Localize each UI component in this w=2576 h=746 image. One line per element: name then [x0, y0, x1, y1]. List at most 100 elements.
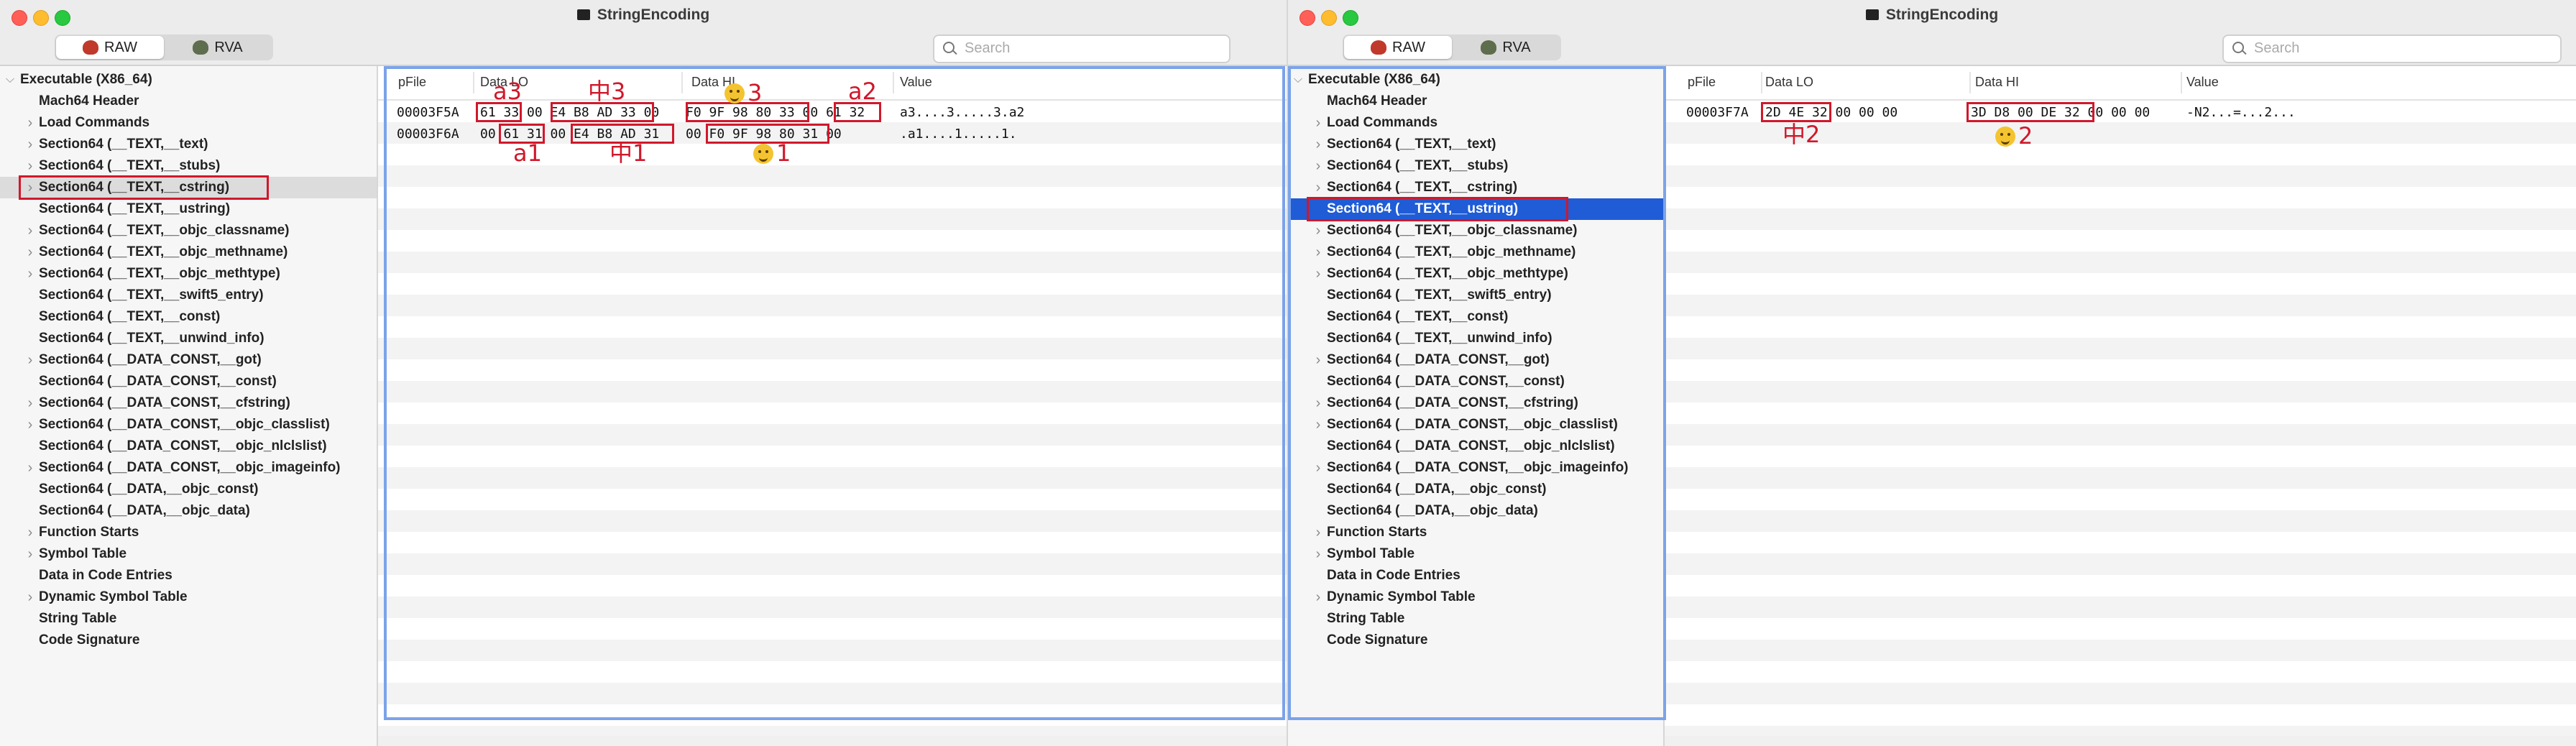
tree-item-label: Section64 (__DATA_CONST,__cfstring)	[39, 395, 290, 410]
chevron-right-icon[interactable]: ›	[24, 263, 36, 285]
raw-mode-button[interactable]: RAW	[56, 36, 164, 59]
terminal-icon	[576, 9, 590, 20]
tree-item-label: Section64 (__DATA_CONST,__objc_nlclslist…	[39, 438, 327, 453]
pfile-cell: 00003F7A	[1686, 105, 1749, 120]
tree-item-section64-text-ustring[interactable]: Section64 (__TEXT,__ustring)	[0, 198, 377, 220]
horizontal-scrollbar[interactable]	[378, 736, 1287, 746]
horizontal-scrollbar[interactable]	[1665, 736, 2576, 746]
column-header-data-lo[interactable]: Data LO	[1765, 75, 1813, 90]
tree-item-label: Load Commands	[39, 115, 150, 130]
chevron-right-icon[interactable]: ›	[24, 112, 36, 134]
tree-item-section64-data-const-objc-imageinfo[interactable]: › Section64 (__DATA_CONST,__objc_imageinf…	[0, 457, 377, 479]
tree-item-label: Section64 (__DATA,__objc_data)	[39, 503, 250, 518]
chevron-right-icon[interactable]: ›	[24, 414, 36, 436]
chevron-right-icon[interactable]: ›	[24, 586, 36, 608]
chevron-right-icon[interactable]: ›	[24, 392, 36, 414]
chevron-right-icon[interactable]: ›	[24, 522, 36, 543]
tree-item-label: Section64 (__TEXT,__text)	[39, 137, 208, 152]
search-field[interactable]	[2222, 34, 2562, 63]
view-mode-segmented-control: RAW RVA	[55, 34, 273, 60]
window-title: StringEncoding	[0, 6, 1287, 24]
tree-item-section64-data-objc-const[interactable]: Section64 (__DATA,__objc_const)	[0, 479, 377, 500]
tree-item-section64-data-const-objc-nlclslist[interactable]: Section64 (__DATA_CONST,__objc_nlclslist…	[0, 436, 377, 457]
table-body	[1665, 101, 2576, 746]
tree-item-section64-data-objc-data[interactable]: Section64 (__DATA,__objc_data)	[0, 500, 377, 522]
chevron-down-icon[interactable]: ⌵	[4, 69, 16, 91]
tree-item-label: Section64 (__TEXT,__ustring)	[39, 201, 231, 216]
tree-item-executable-x86-64[interactable]: ⌵ Executable (X86_64)	[0, 69, 377, 91]
tree-item-label: Section64 (__TEXT,__stubs)	[39, 158, 221, 173]
raw-bug-icon	[83, 40, 99, 55]
data-table: pFile Data LO Data HI Value 00003F7A 2D …	[1665, 66, 2576, 746]
tree-item-dynamic-symbol-table[interactable]: › Dynamic Symbol Table	[0, 586, 377, 608]
raw-mode-label: RAW	[1392, 40, 1425, 55]
right-window: StringEncoding RAW RVA ⌵Executable (X86_…	[1288, 0, 2576, 746]
highlight-box	[1761, 102, 1831, 122]
tree-item-mach64-header[interactable]: Mach64 Header	[0, 91, 377, 112]
tree-item-label: Data in Code Entries	[39, 568, 172, 583]
rva-mode-button[interactable]: RVA	[1452, 36, 1560, 59]
search-field[interactable]	[933, 34, 1230, 63]
chevron-right-icon[interactable]: ›	[24, 543, 36, 565]
tree-item-label: Section64 (__TEXT,__unwind_info)	[39, 331, 264, 346]
rva-bug-icon	[193, 40, 209, 55]
tree-item-label: Section64 (__TEXT,__objc_methname)	[39, 244, 288, 259]
column-header-value[interactable]: Value	[2186, 75, 2219, 90]
tree-item-string-table[interactable]: String Table	[0, 608, 377, 630]
rva-mode-label: RVA	[1502, 40, 1531, 55]
rva-mode-label: RVA	[214, 40, 243, 55]
tree-item-section64-text-objc-methtype[interactable]: › Section64 (__TEXT,__objc_methtype)	[0, 263, 377, 285]
sidebar-focus-ring	[1288, 66, 1666, 720]
column-header-data-hi[interactable]: Data HI	[1975, 75, 2019, 90]
column-divider[interactable]	[2181, 72, 2182, 93]
tree-item-label: Function Starts	[39, 525, 139, 540]
chevron-right-icon[interactable]: ›	[24, 134, 36, 155]
chevron-right-icon[interactable]: ›	[24, 241, 36, 263]
column-header-pfile[interactable]: pFile	[1688, 75, 1716, 90]
tree-item-label: Section64 (__DATA_CONST,__got)	[39, 352, 262, 367]
window-title: StringEncoding	[1288, 6, 2576, 24]
terminal-icon	[1865, 9, 1879, 20]
table-focus-ring	[384, 66, 1285, 720]
tree-item-section64-data-const-objc-classlist[interactable]: › Section64 (__DATA_CONST,__objc_classlis…	[0, 414, 377, 436]
tree-item-section64-data-const-got[interactable]: › Section64 (__DATA_CONST,__got)	[0, 349, 377, 371]
tree-item-function-starts[interactable]: › Function Starts	[0, 522, 377, 543]
tree-item-section64-text-swift5-entry[interactable]: Section64 (__TEXT,__swift5_entry)	[0, 285, 377, 306]
tree-item-section64-text-unwind-info[interactable]: Section64 (__TEXT,__unwind_info)	[0, 328, 377, 349]
tree-item-label: String Table	[39, 611, 117, 626]
search-input[interactable]	[2253, 39, 2457, 57]
tree-item-section64-text-const[interactable]: Section64 (__TEXT,__const)	[0, 306, 377, 328]
tree-item-label: Code Signature	[39, 632, 140, 648]
raw-bug-icon	[1371, 40, 1387, 55]
raw-mode-label: RAW	[104, 40, 137, 55]
tree-item-section64-text-text[interactable]: › Section64 (__TEXT,__text)	[0, 134, 377, 155]
rva-mode-button[interactable]: RVA	[164, 36, 272, 59]
tree-item-section64-text-objc-methname[interactable]: › Section64 (__TEXT,__objc_methname)	[0, 241, 377, 263]
tree-item-section64-text-stubs[interactable]: › Section64 (__TEXT,__stubs)	[0, 155, 377, 177]
table-header: pFile Data LO Data HI Value	[1665, 66, 2576, 101]
column-divider[interactable]	[1761, 72, 1762, 93]
annotation-emoji2-number: 2	[2018, 122, 2033, 149]
tree-item-label: Section64 (__DATA,__objc_const)	[39, 482, 259, 497]
value-cell: -N2...=...2...	[2186, 105, 2296, 120]
search-input[interactable]	[963, 39, 1167, 57]
chevron-right-icon[interactable]: ›	[24, 155, 36, 177]
tree-item-section64-data-const-const[interactable]: Section64 (__DATA_CONST,__const)	[0, 371, 377, 392]
chevron-right-icon[interactable]: ›	[24, 349, 36, 371]
chevron-right-icon[interactable]: ›	[24, 220, 36, 241]
window-title-text: StringEncoding	[597, 6, 710, 23]
tree-item-section64-text-cstring[interactable]: › Section64 (__TEXT,__cstring)	[0, 175, 377, 200]
tree-item-code-signature[interactable]: Code Signature	[0, 630, 377, 651]
tree-item-label: Section64 (__TEXT,__swift5_entry)	[39, 287, 264, 303]
view-mode-segmented-control: RAW RVA	[1343, 34, 1561, 60]
tree-item-label: Executable (X86_64)	[20, 72, 152, 87]
raw-mode-button[interactable]: RAW	[1344, 36, 1452, 59]
tree-item-label: Mach64 Header	[39, 93, 139, 109]
tree-item-section64-text-objc-classname[interactable]: › Section64 (__TEXT,__objc_classname)	[0, 220, 377, 241]
tree-item-load-commands[interactable]: › Load Commands	[0, 112, 377, 134]
chevron-right-icon[interactable]: ›	[24, 457, 36, 479]
column-divider[interactable]	[1969, 72, 1971, 93]
tree-item-data-in-code-entries[interactable]: Data in Code Entries	[0, 565, 377, 586]
tree-item-section64-data-const-cfstring[interactable]: › Section64 (__DATA_CONST,__cfstring)	[0, 392, 377, 414]
tree-item-symbol-table[interactable]: › Symbol Table	[0, 543, 377, 565]
